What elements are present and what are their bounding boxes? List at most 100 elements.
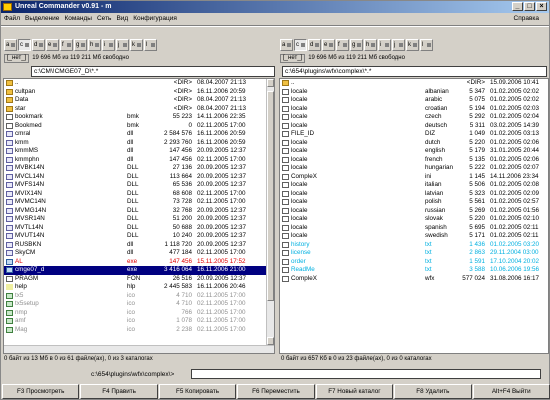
right-file-row[interactable]: locale deutsch 5 311 03.02.2005 14:39 <box>280 122 548 131</box>
left-file-row[interactable]: kmm dll 2 293 760 16.11.2006 20:59 <box>4 139 274 148</box>
left-drive-j-button[interactable]: j <box>116 39 129 51</box>
right-file-row[interactable]: locale hungarian 5 222 01.02.2005 02:07 <box>280 164 548 173</box>
right-drive-e-button[interactable]: e <box>322 39 335 51</box>
left-drive-l-button[interactable]: l <box>144 39 157 51</box>
left-path[interactable]: c:\CM\!CMGE07_D\*.* <box>31 66 275 77</box>
minimize-button[interactable]: _ <box>512 2 523 11</box>
left-file-row[interactable]: nmp ico 766 02.11.2005 17:00 <box>4 309 274 318</box>
menu-view[interactable]: Вид <box>116 13 128 24</box>
left-file-row[interactable]: Mag ico 2 238 02.11.2005 17:00 <box>4 326 274 335</box>
left-drive-select[interactable]: [_нет_] <box>4 54 30 63</box>
right-file-row[interactable]: locale spanish 5 695 01.02.2005 02:11 <box>280 224 548 233</box>
left-file-row[interactable]: amf ico 1 078 02.11.2005 17:00 <box>4 317 274 326</box>
right-file-row[interactable]: FILE_ID DIZ 1 049 01.02.2005 03:13 <box>280 130 548 139</box>
right-file-row[interactable]: locale slovak 5 220 01.02.2005 02:10 <box>280 215 548 224</box>
right-file-row[interactable]: locale latvian 5 323 01.02.2005 02:09 <box>280 190 548 199</box>
right-file-row[interactable]: order txt 1 591 17.10.2004 20:02 <box>280 258 548 267</box>
right-drive-d-button[interactable]: d <box>308 39 321 51</box>
f6-move-button[interactable]: F6 Переместить <box>237 384 315 399</box>
left-drive-f-button[interactable]: f <box>60 39 73 51</box>
left-file-row[interactable]: kmmphn dll 147 456 02.11.2005 17:00 <box>4 156 274 165</box>
right-file-row[interactable]: ReadMe txt 3 588 10.06.2006 19:56 <box>280 266 548 275</box>
left-drive-g-button[interactable]: g <box>74 39 87 51</box>
menu-help[interactable]: Справка <box>514 13 540 24</box>
left-file-row[interactable]: tx5 ico 4 710 02.11.2005 17:00 <box>4 292 274 301</box>
left-file-row[interactable]: MVTL14N DLL 50 688 20.09.2005 12:37 <box>4 224 274 233</box>
left-file-row[interactable]: MVIX14N DLL 68 608 02.11.2005 17:00 <box>4 190 274 199</box>
f7-new-folder-button[interactable]: F7 Новый каталог <box>315 384 394 399</box>
right-file-row[interactable]: ComplеX ini 1 145 14.11.2006 23:34 <box>280 173 548 182</box>
right-file-row[interactable]: locale czech 5 292 01.02.2005 02:04 <box>280 113 548 122</box>
right-file-row[interactable]: license txt 2 863 29.11.2004 03:00 <box>280 249 548 258</box>
menu-selection[interactable]: Выделение <box>25 13 59 24</box>
left-file-row[interactable]: tx5setup ico 4 710 02.11.2005 17:00 <box>4 300 274 309</box>
command-input[interactable] <box>191 369 541 379</box>
right-drive-j-button[interactable]: j <box>392 39 405 51</box>
left-file-row[interactable]: kmmMS dll 147 456 20.09.2005 12:37 <box>4 147 274 156</box>
right-drive-h-button[interactable]: h <box>364 39 377 51</box>
left-drive-i-button[interactable]: i <box>102 39 115 51</box>
right-drive-l-button[interactable]: l <box>420 39 433 51</box>
left-file-row[interactable]: RUSBKN dll 1 118 720 20.09.2005 12:37 <box>4 241 274 250</box>
f8-delete-button[interactable]: F8 Удалить <box>394 384 472 399</box>
right-file-row[interactable]: locale dutch 5 220 01.02.2005 02:06 <box>280 139 548 148</box>
maximize-button[interactable]: □ <box>524 2 535 11</box>
right-drive-g-button[interactable]: g <box>350 39 363 51</box>
f5-copy-button[interactable]: F5 Копировать <box>158 384 237 399</box>
left-file-row[interactable]: cultpan <DIR> 16.11.2006 20:59 <box>4 88 274 97</box>
right-file-row[interactable]: ComplеX wfx 577 024 31.08.2006 16:17 <box>280 275 548 284</box>
left-drive-e-button[interactable]: e <box>46 39 59 51</box>
left-file-row[interactable]: MVSR14N DLL 51 200 20.09.2005 12:37 <box>4 215 274 224</box>
f3-view-button[interactable]: F3 Просмотреть <box>2 384 80 399</box>
right-file-row[interactable]: locale polish 5 561 01.02.2005 02:57 <box>280 198 548 207</box>
left-file-row[interactable]: MVUT14N DLL 10 240 20.09.2005 12:37 <box>4 232 274 241</box>
left-file-row[interactable]: help hlp 2 445 583 16.11.2006 20:46 <box>4 283 274 292</box>
left-file-row[interactable]: MVFS14N DLL 65 536 20.09.2005 12:37 <box>4 181 274 190</box>
left-file-row[interactable]: cmral dll 2 584 576 16.11.2006 20:59 <box>4 130 274 139</box>
right-path[interactable]: c:\654\plugins\wfx\complex\*.* <box>282 66 547 77</box>
left-file-row[interactable]: MVBK14N DLL 27 136 20.09.2005 12:37 <box>4 164 274 173</box>
close-button[interactable]: × <box>536 2 547 11</box>
right-file-row[interactable]: locale croatian 5 194 01.02.2005 02:03 <box>280 105 548 114</box>
left-drive-c-button[interactable]: c <box>18 39 31 51</box>
right-file-row[interactable]: locale arabic 5 075 01.02.2005 02:02 <box>280 96 548 105</box>
left-file-row[interactable]: AL exe 147 456 15.11.2005 17:52 <box>4 258 274 267</box>
left-file-row[interactable]: bookmark bmk 55 223 14.11.2006 22:35 <box>4 113 274 122</box>
right-drive-c-button[interactable]: c <box>294 39 307 51</box>
right-drive-f-button[interactable]: f <box>336 39 349 51</box>
left-file-row[interactable]: star <DIR> 08.04.2007 21:13 <box>4 105 274 114</box>
menu-commands[interactable]: Команды <box>64 13 92 24</box>
left-file-row[interactable]: SkyCM dll 477 184 02.11.2005 17:00 <box>4 249 274 258</box>
left-drive-h-button[interactable]: h <box>88 39 101 51</box>
scroll-down-arrow[interactable] <box>267 337 274 345</box>
f4-edit-button[interactable]: F4 Править <box>80 384 158 399</box>
left-file-row[interactable]: MVCL14N DLL 113 664 20.09.2005 12:37 <box>4 173 274 182</box>
menu-config[interactable]: Конфигурация <box>133 13 177 24</box>
left-file-panel[interactable]: .. <DIR> 08.04.2007 21:13 cultpan <DIR> 16.11… <box>3 78 275 354</box>
alt-f4-exit-button[interactable]: Alt+F4 Выйти <box>472 384 550 399</box>
left-file-row[interactable]: Data <DIR> 08.04.2007 21:13 <box>4 96 274 105</box>
left-file-row[interactable]: .. <DIR> 08.04.2007 21:13 <box>4 79 274 88</box>
menu-file[interactable]: Файл <box>4 13 20 24</box>
right-file-row[interactable]: locale english 5 179 31.01.2005 20:44 <box>280 147 548 156</box>
left-drive-d-button[interactable]: d <box>32 39 45 51</box>
left-drive-k-button[interactable]: k <box>130 39 143 51</box>
right-drive-k-button[interactable]: k <box>406 39 419 51</box>
scroll-thumb[interactable] <box>267 91 274 301</box>
left-horizontal-scrollbar[interactable] <box>4 345 274 353</box>
left-file-row[interactable]: PRAGM FON 26 516 20.09.2005 12:37 <box>4 275 274 284</box>
left-drive-a-button[interactable]: a <box>4 39 17 51</box>
right-file-panel[interactable]: .. <DIR> 15.09.2006 10:41 locale albanian 5 3… <box>279 78 549 354</box>
right-file-row[interactable]: locale swedish 5 171 01.02.2005 02:11 <box>280 232 548 241</box>
menu-network[interactable]: Сеть <box>97 13 111 24</box>
right-file-row[interactable]: .. <DIR> 15.09.2006 10:41 <box>280 79 548 88</box>
left-file-row[interactable]: MVMC14N DLL 73 728 02.11.2005 17:00 <box>4 198 274 207</box>
right-drive-a-button[interactable]: a <box>280 39 293 51</box>
scroll-up-arrow[interactable] <box>267 79 274 87</box>
left-file-row[interactable]: MVMG14N DLL 32 768 20.09.2005 12:37 <box>4 207 274 216</box>
left-file-row[interactable]: Bookmed bmk 0 02.11.2005 17:00 <box>4 122 274 131</box>
right-file-row[interactable]: locale russian 5 269 01.02.2005 01:56 <box>280 207 548 216</box>
right-file-row[interactable]: locale albanian 5 347 01.02.2005 02:02 <box>280 88 548 97</box>
left-vertical-scrollbar[interactable] <box>266 79 274 353</box>
right-file-row[interactable]: history txt 1 436 01.02.2005 03:20 <box>280 241 548 250</box>
